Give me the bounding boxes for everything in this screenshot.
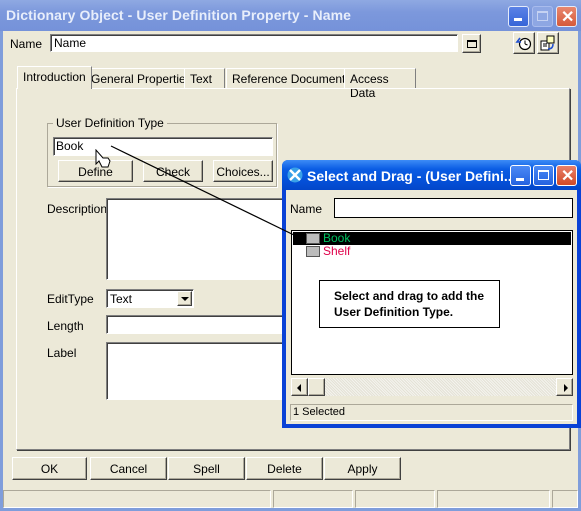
title-bar: Dictionary Object - User Definition Prop… <box>0 0 581 31</box>
close-icon: ✕ <box>561 168 575 185</box>
arrow-left-icon <box>297 384 301 392</box>
expand-name-button[interactable] <box>462 34 481 53</box>
ok-button-label: OK <box>40 462 59 476</box>
choices-button[interactable]: Choices... <box>213 160 273 182</box>
scroll-thumb[interactable] <box>308 378 325 396</box>
status-cell-4 <box>437 490 550 508</box>
app-icon <box>287 167 303 183</box>
dialog-title: Select and Drag - (User Defini... <box>307 168 516 184</box>
name-input[interactable]: Name <box>50 34 458 52</box>
user-definition-type-value: Book <box>56 139 84 153</box>
list-item[interactable]: Shelf <box>293 244 571 258</box>
cancel-button[interactable]: Cancel <box>90 457 167 480</box>
delete-button-label: Delete <box>267 462 302 476</box>
scroll-left-button[interactable] <box>291 378 308 396</box>
list-item-label: Book <box>323 231 351 245</box>
dialog-name-label: Name <box>290 202 323 216</box>
length-input[interactable] <box>106 315 286 334</box>
tab-reference-documents[interactable]: Reference Documents <box>226 68 358 88</box>
tab-text-label: Text <box>190 72 213 86</box>
dialog-maximize-button[interactable] <box>533 165 554 186</box>
item-icon <box>306 246 320 257</box>
selection-count: 1 Selected <box>293 406 345 418</box>
check-button[interactable]: Check <box>143 160 203 182</box>
check-button-label: Check <box>155 165 190 179</box>
label-label: Label <box>47 346 77 360</box>
cancel-button-label: Cancel <box>109 462 148 476</box>
ok-button[interactable]: OK <box>12 457 87 480</box>
callout-text: Select and drag to add the User Definiti… <box>334 289 485 319</box>
spell-button[interactable]: Spell <box>168 457 245 480</box>
dialog-name-input[interactable] <box>334 198 573 218</box>
window-icon <box>467 40 477 48</box>
user-definition-type-label: User Definition Type <box>53 116 167 130</box>
tab-introduction[interactable]: Introduction <box>17 66 92 89</box>
item-icon <box>306 233 320 244</box>
tab-general-properties-label: General Properties <box>91 72 192 86</box>
history-icon <box>515 37 532 51</box>
status-cell-1 <box>3 490 271 508</box>
dialog-status-bar: 1 Selected <box>290 404 573 421</box>
label-textarea[interactable] <box>106 342 286 400</box>
close-button[interactable]: ✕ <box>556 6 577 27</box>
item-list[interactable]: Book Shelf Select and drag to add the Us… <box>291 230 573 375</box>
edittype-label: EditType <box>47 292 94 306</box>
list-item-label: Shelf <box>323 244 351 258</box>
tab-general-properties[interactable]: General Properties <box>85 68 198 88</box>
horizontal-scrollbar[interactable] <box>291 378 573 396</box>
description-textarea[interactable] <box>106 198 286 280</box>
name-input-value: Name <box>54 36 87 50</box>
dialog-minimize-button[interactable] <box>510 165 531 186</box>
status-cell-3 <box>355 490 435 508</box>
spell-button-label: Spell <box>193 462 220 476</box>
apply-button[interactable]: Apply <box>324 457 401 480</box>
chevron-down-icon <box>181 297 189 301</box>
minimize-icon <box>514 18 522 21</box>
edittype-value: Text <box>110 292 133 306</box>
description-label: Description <box>47 202 108 216</box>
minimize-button[interactable] <box>508 6 529 27</box>
tab-introduction-label: Introduction <box>23 70 86 84</box>
edittype-dropdown-button[interactable] <box>177 291 192 306</box>
delete-button[interactable]: Delete <box>246 457 323 480</box>
history-button[interactable] <box>513 32 535 54</box>
apply-button-label: Apply <box>347 462 378 476</box>
status-cell-5 <box>552 490 578 508</box>
properties-button[interactable] <box>537 32 559 54</box>
maximize-icon <box>537 11 548 21</box>
choices-button-label: Choices... <box>216 165 270 179</box>
tab-text[interactable]: Text <box>184 68 225 88</box>
tab-access-data[interactable]: Access Data <box>344 68 416 100</box>
tab-reference-documents-label: Reference Documents <box>232 72 352 86</box>
user-definition-type-input[interactable]: Book <box>53 137 273 156</box>
dialog-close-button[interactable]: ✕ <box>556 165 577 186</box>
minimize-icon <box>516 178 524 181</box>
edittype-select[interactable]: Text <box>106 289 194 308</box>
arrow-right-icon <box>564 384 568 392</box>
scroll-right-button[interactable] <box>556 378 573 396</box>
window-title: Dictionary Object - User Definition Prop… <box>6 7 352 23</box>
maximize-button[interactable] <box>532 6 553 27</box>
length-label: Length <box>47 319 84 333</box>
close-icon: ✕ <box>561 9 575 26</box>
status-cell-2 <box>273 490 353 508</box>
name-label: Name <box>10 37 43 51</box>
dialog-body: Name Book Shelf Select and drag to add t… <box>286 190 577 424</box>
hand-cursor-icon <box>95 149 111 168</box>
select-and-drag-dialog: Select and Drag - (User Defini... ✕ Name… <box>282 160 581 428</box>
callout-box: Select and drag to add the User Definiti… <box>319 280 500 328</box>
maximize-icon <box>538 170 549 180</box>
properties-icon <box>540 35 555 51</box>
